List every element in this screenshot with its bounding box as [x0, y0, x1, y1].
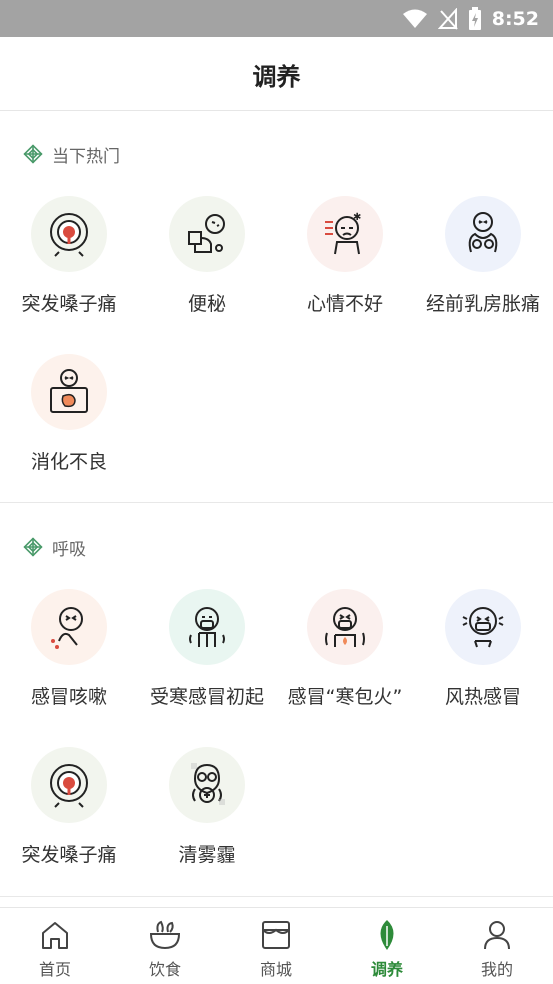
- section-title: 当下热门: [52, 146, 120, 167]
- page-title: 调养: [252, 63, 301, 91]
- item-smog[interactable]: 清雾霾: [138, 747, 276, 867]
- item-label: 消化不良: [30, 451, 107, 473]
- section-title: 呼吸: [52, 539, 86, 560]
- item-cold-fire[interactable]: 感冒“寒包火”: [276, 589, 414, 709]
- item-icon-circle: [31, 196, 107, 272]
- item-wind-heat-cold[interactable]: 风热感冒: [414, 589, 552, 709]
- item-icon-circle: [445, 196, 521, 272]
- item-constipation[interactable]: 便秘: [138, 196, 276, 316]
- tab-home[interactable]: 首页: [0, 908, 110, 984]
- breast-pain-icon: [468, 212, 498, 253]
- item-cough[interactable]: 感冒咳嗽: [0, 589, 138, 709]
- no-signal-icon: [437, 7, 458, 30]
- tab-profile[interactable]: 我的: [442, 908, 552, 984]
- tab-shop[interactable]: 商城: [221, 908, 331, 984]
- item-label: 风热感冒: [444, 686, 521, 708]
- item-icon-circle: [169, 196, 245, 272]
- section-header-breathing: 呼吸: [22, 534, 86, 560]
- item-icon-circle: [445, 589, 521, 665]
- cough-icon: [51, 607, 83, 649]
- svg-text:✱: ✱: [353, 212, 361, 223]
- wind-heat-cold-icon: [462, 607, 504, 648]
- item-icon-circle: [31, 589, 107, 665]
- battery-icon: [468, 6, 481, 30]
- item-label: 清雾霾: [178, 844, 236, 866]
- bowl-icon: [149, 920, 181, 950]
- item-label: 感冒咳嗽: [30, 686, 107, 708]
- item-icon-circle: [169, 747, 245, 823]
- wifi-icon: [402, 9, 427, 28]
- item-bad-mood[interactable]: ✱ 心情不好: [276, 196, 414, 316]
- item-label: 受寒感冒初起: [149, 686, 264, 708]
- cold-onset-icon: [189, 607, 225, 647]
- item-label: 感冒“寒包火”: [287, 686, 403, 708]
- item-sore-throat-2[interactable]: 突发嗓子痛: [0, 747, 138, 867]
- section-divider: [0, 896, 553, 897]
- constipation-icon: [188, 214, 225, 253]
- sore-throat-icon: [50, 213, 88, 257]
- item-cold-onset[interactable]: 受寒感冒初起: [138, 589, 276, 709]
- leaf-icon: [380, 920, 394, 950]
- item-icon-circle: [169, 589, 245, 665]
- tab-care[interactable]: 调养: [332, 908, 442, 984]
- bottom-tab-bar: 首页 饮食 商城 调养 我的: [0, 907, 553, 984]
- section-divider: [0, 502, 553, 503]
- gas-mask-icon: [191, 763, 225, 805]
- knot-icon: [23, 144, 43, 164]
- item-label: 突发嗓子痛: [21, 844, 117, 866]
- indigestion-icon: [50, 369, 88, 413]
- item-icon-circle: [307, 589, 383, 665]
- tab-food[interactable]: 饮食: [110, 908, 220, 984]
- title-bar: 调养: [0, 37, 553, 111]
- item-icon-circle: [31, 354, 107, 430]
- cold-fire-icon: [325, 607, 365, 647]
- tab-label: 调养: [370, 960, 403, 979]
- item-label: 突发嗓子痛: [21, 293, 117, 315]
- item-indigestion[interactable]: 消化不良: [0, 354, 138, 474]
- tab-label: 商城: [259, 960, 292, 979]
- shop-icon: [262, 921, 290, 949]
- item-icon-circle: [31, 747, 107, 823]
- tab-label: 饮食: [148, 960, 181, 979]
- knot-icon: [23, 537, 43, 557]
- item-label: 经前乳房胀痛: [425, 293, 540, 315]
- status-bar: 8:52: [0, 0, 553, 37]
- item-breast-pain[interactable]: 经前乳房胀痛: [414, 196, 552, 316]
- tab-label: 我的: [480, 960, 513, 979]
- item-icon-circle: ✱: [307, 196, 383, 272]
- tab-label: 首页: [38, 960, 71, 979]
- status-time: 8:52: [491, 7, 539, 30]
- item-label: 便秘: [187, 293, 226, 315]
- item-label: 心情不好: [306, 293, 383, 315]
- user-icon: [484, 921, 510, 950]
- home-icon: [42, 922, 68, 949]
- section-header-hot: 当下热门: [22, 141, 120, 167]
- item-sore-throat[interactable]: 突发嗓子痛: [0, 196, 138, 316]
- sore-throat-icon: [50, 764, 88, 808]
- bad-mood-icon: ✱: [325, 212, 361, 255]
